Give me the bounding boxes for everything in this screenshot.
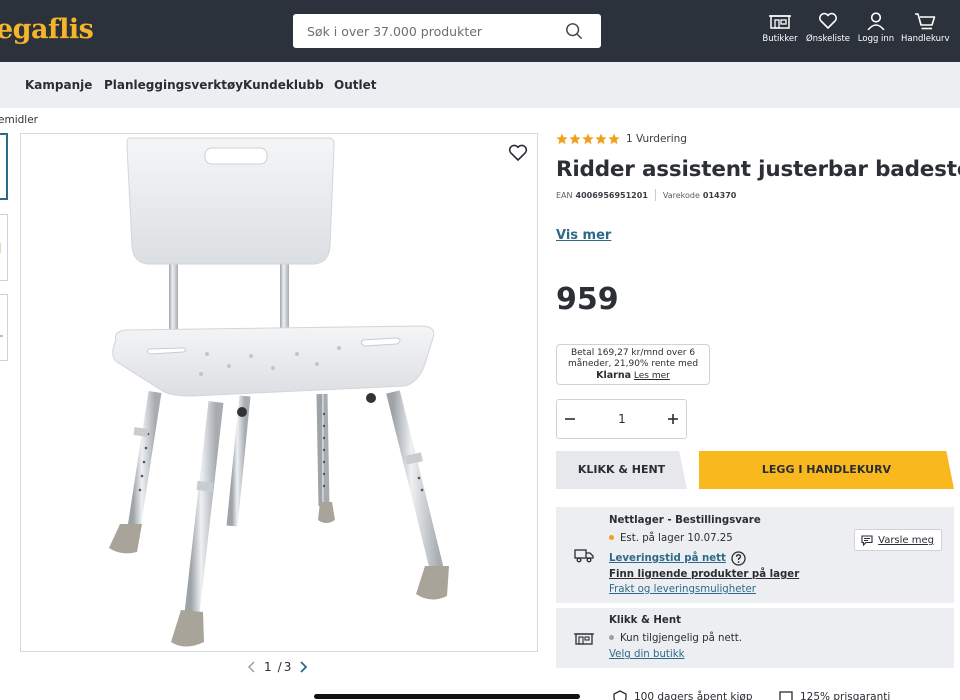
help-icon[interactable] — [731, 551, 746, 566]
truck-icon — [574, 549, 594, 563]
store-icon — [769, 15, 791, 29]
ean-label: EAN — [556, 190, 573, 200]
product-codes: EAN 4006956951201 Varekode 014370 — [556, 189, 736, 201]
delivery-time-link[interactable]: Leveringstid på nett — [609, 553, 726, 564]
gallery-thumb-3[interactable] — [0, 294, 8, 361]
search-bar[interactable] — [293, 14, 601, 48]
klarna-box: Betal 169,27 kr/mnd over 6 måneder, 21,9… — [556, 344, 710, 385]
search-icon[interactable] — [565, 22, 583, 40]
product-title: Ridder assistent justerbar badestol — [556, 157, 960, 182]
klarna-read-more-link[interactable]: Les mer — [634, 371, 670, 381]
star-icon — [556, 133, 568, 145]
cart-icon — [915, 13, 936, 30]
message-icon — [861, 534, 873, 546]
store-icon — [574, 633, 594, 645]
gallery-thumb-2[interactable] — [0, 214, 8, 281]
choose-store-link[interactable]: Velg din butikk — [609, 649, 685, 660]
store-stock-status: Kun tilgjengelig på nett. — [609, 633, 742, 644]
search-input[interactable] — [293, 14, 563, 48]
status-dot — [609, 634, 614, 640]
star-icon — [608, 133, 620, 145]
price-guarantee-text: 125% prisgaranti — [800, 691, 891, 700]
wishlist-label: Ønskeliste — [805, 34, 851, 44]
open-purchase-text: 100 dagers åpent kjøp — [634, 691, 753, 700]
prev-arrow-icon[interactable] — [246, 660, 258, 674]
klarna-logo: Klarna — [596, 370, 632, 381]
online-stock-status: Est. på lager 10.07.25 — [609, 533, 733, 544]
shower-chair-image — [109, 137, 449, 647]
gallery-pager: 1 / 3 — [246, 660, 309, 674]
product-image[interactable] — [20, 133, 538, 652]
online-stock-box: Nettlager - Bestillingsvare Est. på lage… — [556, 507, 954, 603]
divider — [654, 189, 656, 201]
notify-me-label: Varsle meg — [878, 534, 934, 546]
online-stock-title: Nettlager - Bestillingsvare — [609, 515, 761, 526]
klarna-line-1: Betal 169,27 kr/mnd over 6 — [570, 348, 696, 358]
nav-item-planleggingsverktoy[interactable]: Planleggingsverktøy — [104, 78, 243, 92]
code-label: Varekode — [662, 190, 700, 200]
login-button[interactable]: Logg inn — [857, 12, 895, 52]
star-icon — [582, 133, 594, 145]
nav-item-kundeklubb[interactable]: Kundeklubb — [243, 78, 324, 92]
nav-item-kampanje[interactable]: Kampanje — [25, 78, 92, 92]
product-price: 959 — [556, 282, 619, 317]
stores-button[interactable]: Butikker — [762, 12, 798, 52]
code-value: 014370 — [702, 190, 737, 200]
quantity-stepper: 1 — [556, 399, 687, 439]
rating[interactable]: 1 Vurdering — [556, 133, 687, 145]
cart-button[interactable]: Handlekurv — [901, 12, 950, 52]
store-stock-box: Klikk & Hent Kun tilgjengelig på nett. V… — [556, 608, 954, 668]
store-stock-title: Klikk & Hent — [609, 615, 681, 626]
breadcrumb[interactable]: emidler — [0, 114, 38, 126]
cart-label: Handlekurv — [901, 34, 950, 44]
price-guarantee-usp: 125% prisgaranti — [778, 690, 890, 700]
tag-icon — [779, 691, 793, 700]
gallery-thumb-1[interactable] — [0, 133, 8, 200]
wishlist-button[interactable]: Ønskeliste — [804, 12, 852, 52]
stores-label: Butikker — [762, 34, 798, 44]
notify-me-button[interactable]: Varsle meg — [854, 529, 942, 551]
main-nav: Kampanje Planleggingsverktøy Kundeklubb … — [0, 62, 960, 108]
star-icon — [569, 133, 581, 145]
rating-count: 1 Vurdering — [626, 133, 687, 145]
plus-icon[interactable] — [664, 410, 682, 428]
next-arrow-icon[interactable] — [297, 660, 309, 674]
login-label: Logg inn — [857, 34, 895, 44]
shipping-options-link[interactable]: Frakt og leveringsmuligheter — [609, 584, 756, 595]
site-logo[interactable]: egaflis — [0, 14, 94, 45]
rating-stars — [556, 133, 620, 145]
shield-icon — [613, 690, 627, 700]
open-purchase-usp: 100 dagers åpent kjøp — [612, 690, 752, 700]
user-icon — [867, 12, 885, 30]
add-to-cart-button[interactable]: LEGG I HANDLEKURV — [699, 451, 954, 489]
site-header: egaflis Butikker Ønskeliste Logg inn Han… — [0, 0, 960, 62]
nav-item-outlet[interactable]: Outlet — [334, 78, 376, 92]
online-stock-status-text: Est. på lager 10.07.25 — [620, 533, 733, 544]
status-dot — [609, 534, 614, 540]
wishlist-heart-icon[interactable] — [507, 142, 529, 164]
quantity-value[interactable]: 1 — [607, 412, 637, 426]
star-icon — [595, 133, 607, 145]
pager-separator: / — [277, 660, 282, 674]
ean-value: 4006956951201 — [575, 190, 648, 200]
home-indicator — [314, 694, 580, 699]
klarna-line-2: måneder, 21,90% rente med — [567, 359, 699, 369]
delivery-time-row: Leveringstid på nett — [609, 551, 746, 566]
pager-current: 1 — [264, 660, 272, 674]
show-more-link[interactable]: Vis mer — [556, 228, 611, 243]
minus-icon[interactable] — [561, 410, 579, 428]
pager-total: 3 — [283, 660, 292, 674]
click-and-collect-button[interactable]: KLIKK & HENT — [556, 451, 687, 489]
store-stock-status-text: Kun tilgjengelig på nett. — [620, 633, 743, 644]
similar-products-link[interactable]: Finn lignende produkter på lager — [609, 569, 799, 580]
heart-icon — [819, 12, 837, 29]
